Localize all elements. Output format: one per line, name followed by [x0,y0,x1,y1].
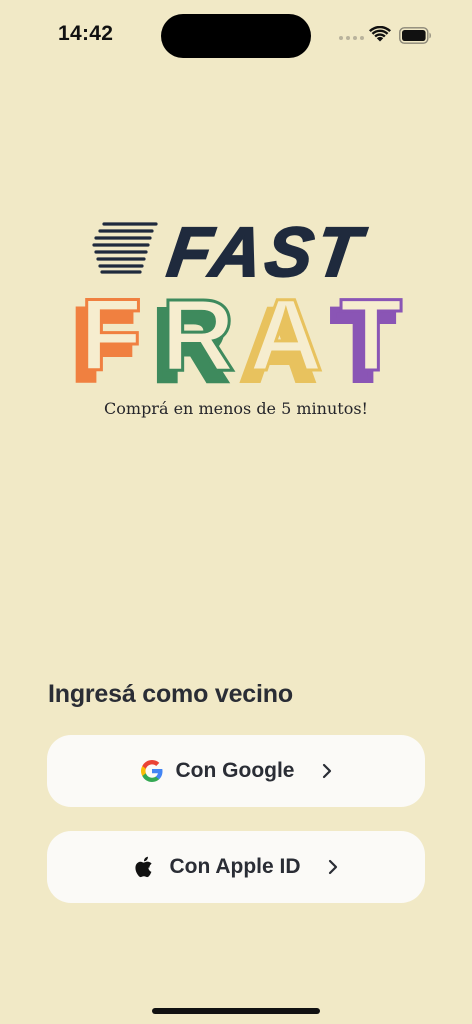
home-indicator[interactable] [152,1008,320,1014]
speed-lines [92,222,158,274]
logo-letter-f: F [80,278,142,390]
wifi-icon [369,26,391,42]
login-screen: 14:42 FAST F F R R A A T T Comprá en men… [0,0,472,1024]
login-title: Ingresá como vecino [48,680,293,708]
status-time: 14:42 [58,22,114,45]
dynamic-island [161,14,311,58]
signal-dots-icon [339,36,364,40]
fast-frat-logo: FAST F F R R A A T T [69,211,404,391]
chevron-right-icon [328,859,337,875]
google-icon [140,760,162,782]
google-login-button[interactable]: Con Google [47,735,425,807]
logo-letter-a: A [249,278,323,390]
logo-frat: F F R R A A T T [69,277,404,391]
chevron-right-icon [322,763,331,779]
apple-login-button[interactable]: Con Apple ID [47,831,425,903]
logo-letter-t: T [340,278,402,390]
logo-letter-r: R [161,278,235,390]
battery-icon [399,27,431,44]
google-button-label: Con Google [175,759,295,782]
apple-button-label: Con Apple ID [169,855,301,878]
tagline: Comprá en menos de 5 minutos! [104,399,368,418]
apple-icon [135,856,153,878]
